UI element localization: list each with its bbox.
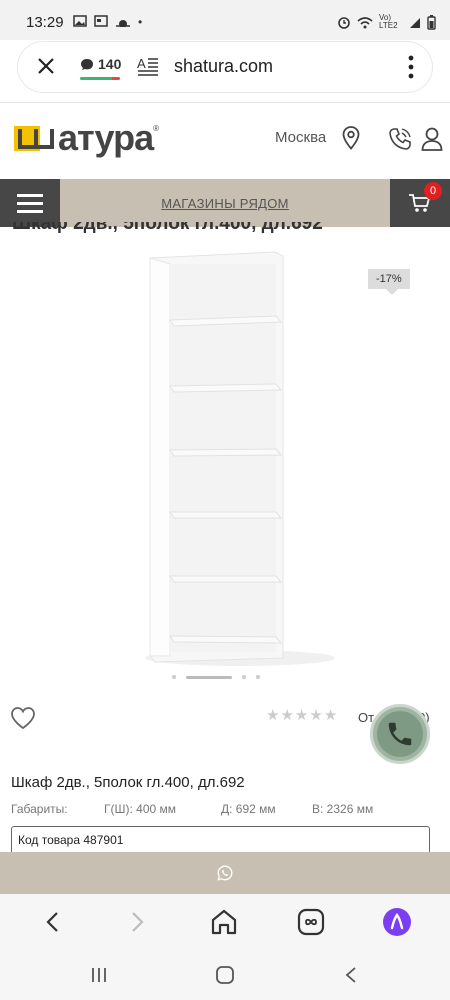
site-logo[interactable]: атура ® bbox=[14, 117, 160, 158]
chat-bubble-icon bbox=[81, 58, 93, 70]
site-navigation: МАГАЗИНЫ РЯДОМ 0 bbox=[0, 179, 450, 227]
cart-count-badge: 0 bbox=[424, 182, 442, 200]
url-host[interactable]: shatura.com bbox=[174, 56, 273, 77]
dimension-depth: Д: 692 мм bbox=[221, 802, 276, 816]
discount-badge: -17% bbox=[368, 269, 410, 295]
call-button-inner bbox=[377, 711, 423, 757]
status-system-icons: Vo) LTE2 bbox=[337, 14, 436, 30]
status-time: 13:29 bbox=[26, 14, 64, 31]
dimensions-label: Габариты: bbox=[11, 802, 68, 816]
call-button[interactable] bbox=[370, 704, 430, 764]
alice-assistant-button[interactable] bbox=[381, 906, 413, 938]
reader-mode-icon[interactable]: A bbox=[137, 56, 159, 76]
system-back-button[interactable] bbox=[336, 963, 366, 987]
tab-counter[interactable]: 140 bbox=[80, 56, 122, 80]
tabs-icon bbox=[297, 908, 325, 936]
star-icon: ★ bbox=[294, 707, 310, 724]
divider bbox=[0, 102, 450, 103]
location-pin-icon[interactable] bbox=[342, 126, 360, 150]
recent-apps-icon bbox=[92, 968, 106, 982]
more-notifications-dot: • bbox=[138, 15, 143, 29]
product-heading-text: Шкаф 2дв., 5полок гл.400, дл.692 bbox=[12, 222, 323, 234]
weather-notification-icon bbox=[116, 20, 130, 27]
nearby-stores-link[interactable]: МАГАЗИНЫ РЯДОМ bbox=[60, 179, 390, 227]
browser-address-bar: 140 A shatura.com bbox=[18, 42, 432, 92]
signal-icon bbox=[410, 17, 420, 28]
gallery-dot[interactable] bbox=[172, 675, 176, 679]
news-notification-icon bbox=[94, 15, 108, 27]
home-button[interactable] bbox=[208, 906, 240, 938]
hamburger-menu-icon bbox=[17, 194, 43, 213]
dimension-width: Г(Ш): 400 мм bbox=[104, 802, 177, 816]
alice-assistant-icon bbox=[383, 908, 411, 936]
menu-button[interactable] bbox=[0, 179, 60, 227]
status-bar: 13:29 • Vo) LTE2 bbox=[0, 0, 450, 40]
product-image[interactable] bbox=[130, 250, 340, 670]
back-button[interactable] bbox=[36, 906, 68, 938]
home-icon bbox=[211, 909, 237, 935]
phone-call-icon bbox=[388, 722, 412, 746]
tabs-button[interactable] bbox=[295, 906, 327, 938]
whatsapp-bar[interactable] bbox=[0, 852, 450, 894]
recent-apps-button[interactable] bbox=[84, 963, 114, 987]
favorite-heart-icon[interactable] bbox=[10, 706, 36, 730]
gallery-dot[interactable] bbox=[242, 675, 246, 679]
star-icon: ★ bbox=[309, 707, 324, 724]
svg-text:A: A bbox=[137, 56, 146, 71]
battery-icon bbox=[427, 14, 436, 30]
gallery-dot[interactable] bbox=[256, 675, 260, 679]
user-account-icon[interactable] bbox=[421, 127, 443, 151]
phone-icon[interactable] bbox=[388, 127, 412, 151]
cart-button[interactable]: 0 bbox=[390, 179, 450, 227]
browser-bottom-toolbar bbox=[0, 894, 450, 950]
chevron-left-icon bbox=[46, 912, 58, 932]
logo-text: атура bbox=[58, 117, 154, 158]
wifi-icon bbox=[357, 16, 373, 28]
image-notification-icon bbox=[73, 15, 87, 27]
logo-mark bbox=[14, 126, 54, 151]
counter-progress-bar bbox=[80, 77, 120, 80]
alarm-icon bbox=[338, 17, 350, 29]
product-dimensions: Габариты: Г(Ш): 400 мм Д: 692 мм В: 2326… bbox=[11, 802, 373, 816]
tab-count: 140 bbox=[98, 56, 122, 72]
rating-stars: ★★★★★ bbox=[266, 706, 338, 724]
system-home-button[interactable] bbox=[210, 963, 240, 987]
status-notification-icons: • bbox=[73, 15, 142, 29]
system-home-icon bbox=[216, 966, 234, 984]
star-icon: ★ bbox=[266, 707, 281, 724]
chevron-right-icon bbox=[132, 912, 144, 932]
gallery-dot-active[interactable] bbox=[186, 675, 232, 679]
star-icon: ★ bbox=[280, 707, 295, 724]
gallery-pager bbox=[172, 675, 260, 679]
forward-button[interactable] bbox=[122, 906, 154, 938]
close-tab-icon[interactable] bbox=[34, 54, 58, 78]
star-icon: ★ bbox=[323, 707, 339, 724]
system-navigation-bar bbox=[0, 950, 450, 1000]
more-vertical-icon[interactable] bbox=[408, 54, 414, 80]
network-label: Vo) LTE2 bbox=[379, 13, 398, 30]
product-title: Шкаф 2дв., 5полок гл.400, дл.692 bbox=[11, 774, 245, 791]
product-code: Код товара 487901 bbox=[11, 826, 430, 854]
whatsapp-icon bbox=[217, 865, 233, 881]
system-back-icon bbox=[345, 967, 356, 983]
dimension-height: В: 2326 мм bbox=[312, 802, 374, 816]
registered-mark: ® bbox=[153, 124, 160, 133]
product-heading-scrolled: Шкаф 2дв., 5полок гл.400, дл.692 bbox=[12, 222, 323, 240]
city-selector[interactable]: Москва bbox=[275, 129, 326, 146]
